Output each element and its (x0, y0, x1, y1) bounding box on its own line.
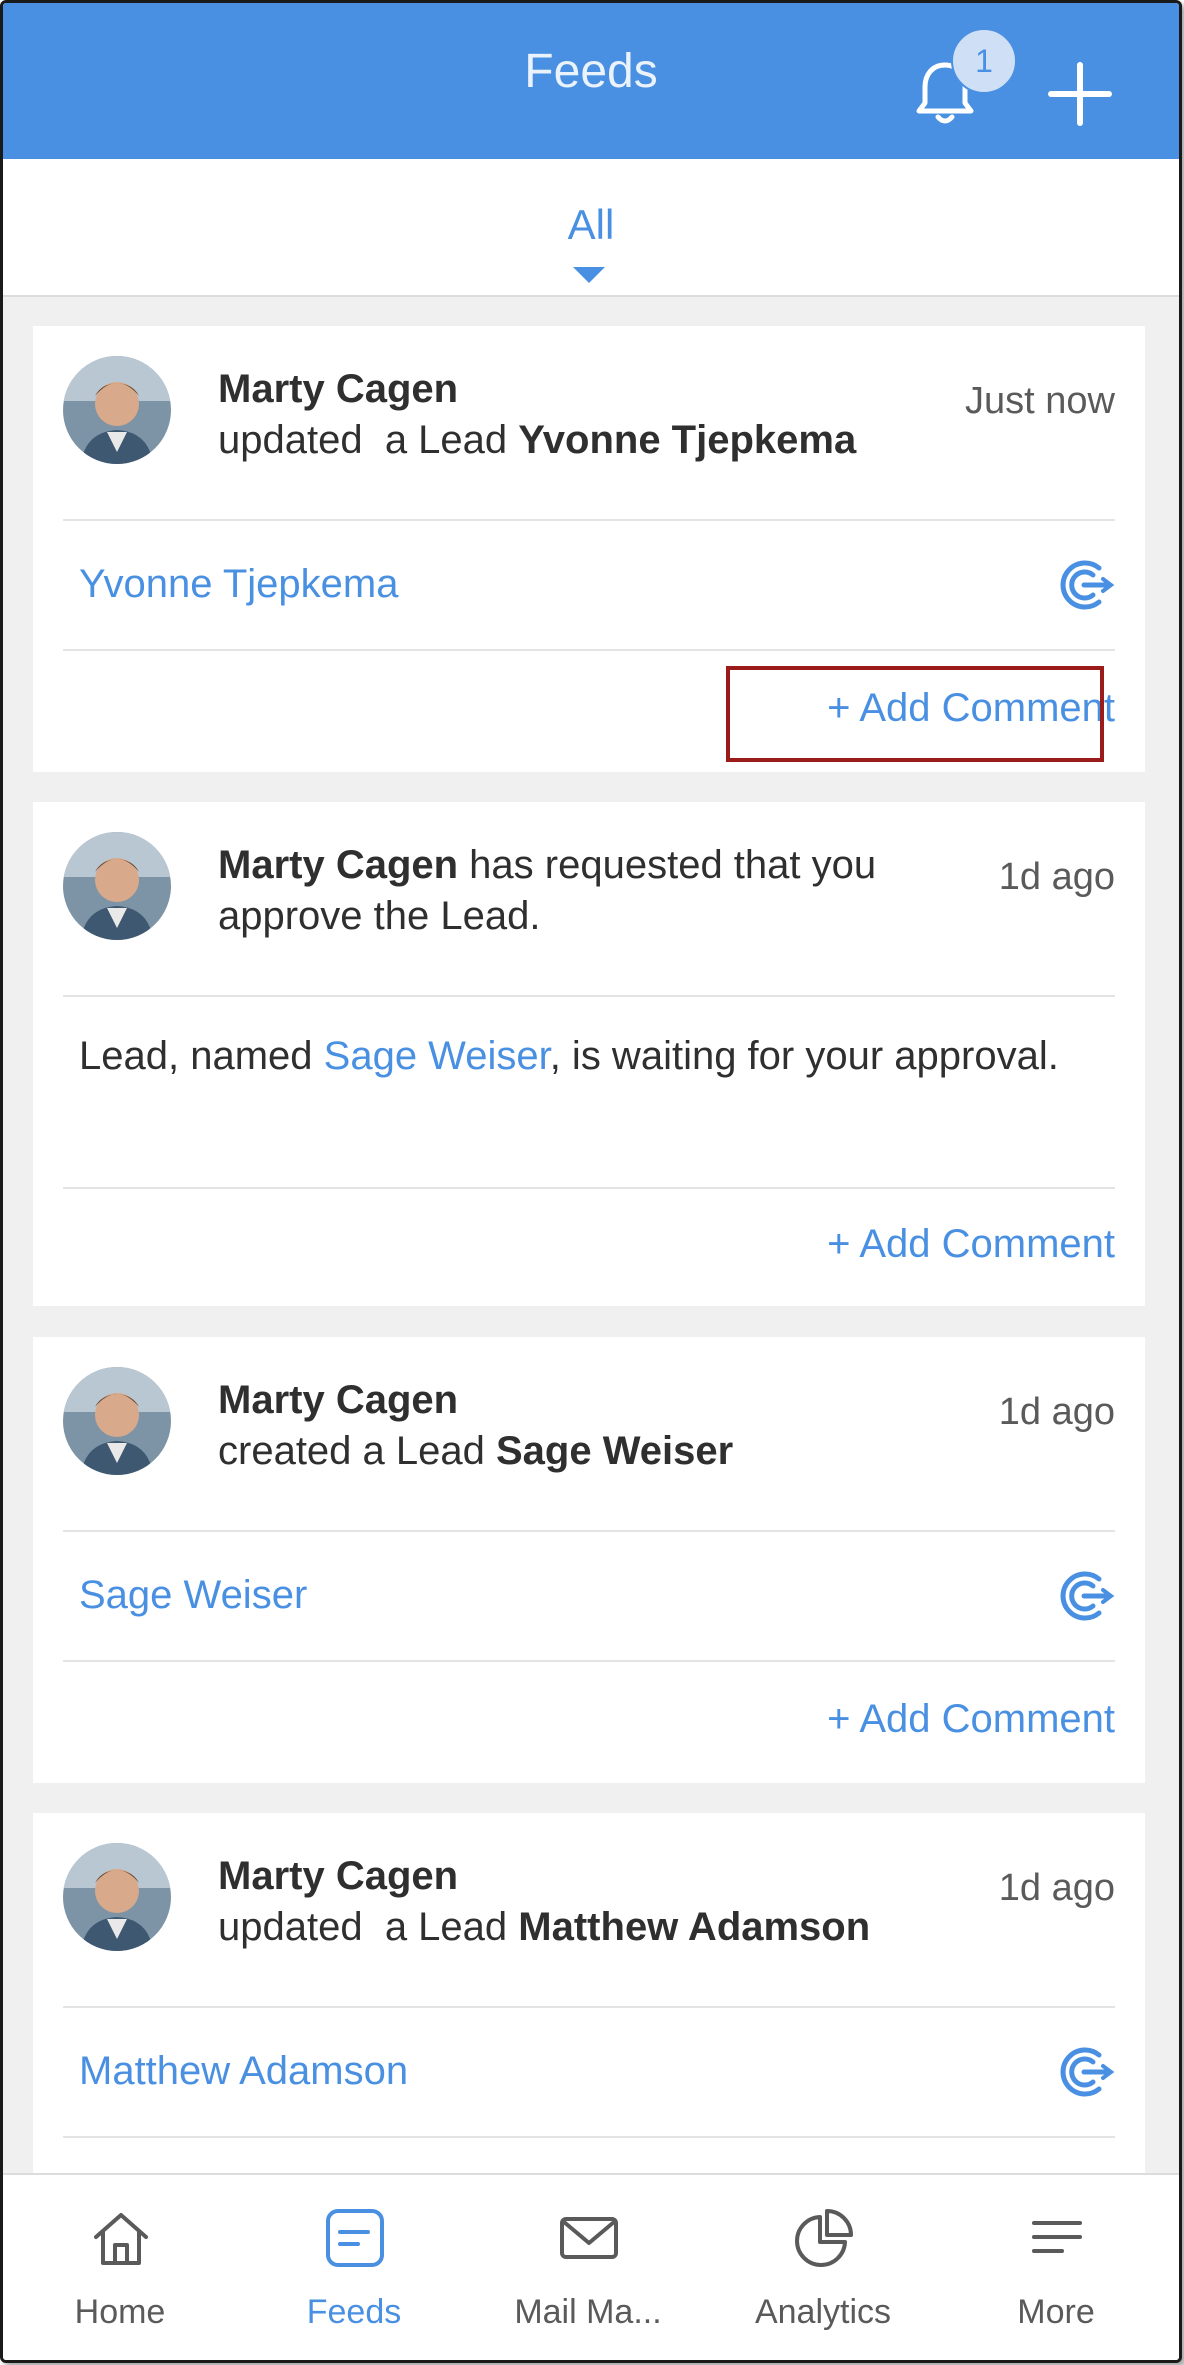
timestamp: 1d ago (998, 1391, 1115, 1433)
callout-highlight-box (726, 666, 1104, 762)
divider (63, 2136, 1115, 2138)
divider (63, 649, 1115, 651)
divider (63, 1530, 1115, 1532)
nav-item-more[interactable]: More (956, 2175, 1156, 2360)
avatar (63, 1843, 171, 1951)
feed-summary: Marty Cagen has requested that you appro… (218, 840, 938, 942)
nav-label: More (1017, 2293, 1095, 2331)
bottom-nav: Home Feeds Mail Ma... Analytics More (3, 2173, 1179, 2360)
lead-link[interactable]: Sage Weiser (324, 1034, 550, 1078)
feeds-icon (326, 2209, 384, 2267)
lead-link[interactable]: Yvonne Tjepkema (79, 562, 398, 607)
feed-card: Marty Cagen updated a Lead Matthew Adams… (33, 1813, 1145, 2213)
actor-name[interactable]: Marty Cagen (218, 1854, 458, 1898)
approval-message: Lead, named Sage Weiser, is waiting for … (79, 1026, 1079, 1086)
nav-item-home[interactable]: Home (20, 2175, 220, 2360)
home-icon (94, 2213, 148, 2265)
feed-card: Marty Cagen created a Lead Sage Weiser 1… (33, 1337, 1145, 1783)
target-name: Sage Weiser (496, 1429, 734, 1473)
feed-summary: Marty Cagen updated a Lead Yvonne Tjepke… (218, 364, 938, 466)
timestamp: 1d ago (998, 856, 1115, 898)
nav-item-mail[interactable]: Mail Ma... (488, 2175, 688, 2360)
nav-label: Mail Ma... (514, 2293, 662, 2331)
divider (63, 519, 1115, 521)
divider (63, 995, 1115, 997)
nav-item-feeds[interactable]: Feeds (254, 2175, 454, 2360)
timestamp: Just now (965, 380, 1115, 422)
tab-all[interactable]: All (3, 201, 1179, 249)
filter-tabbar: All (3, 159, 1179, 297)
feed-card: Marty Cagen has requested that you appro… (33, 802, 1145, 1306)
lead-link[interactable]: Sage Weiser (79, 1573, 307, 1618)
nav-label: Analytics (754, 2293, 892, 2331)
feed-summary: Marty Cagen created a Lead Sage Weiser (218, 1375, 938, 1477)
avatar (63, 832, 171, 940)
feed-summary: Marty Cagen updated a Lead Matthew Adams… (218, 1851, 938, 1953)
nav-item-analytics[interactable]: Analytics (723, 2175, 923, 2360)
divider (63, 2006, 1115, 2008)
divider (63, 1660, 1115, 1662)
tab-active-indicator (573, 267, 605, 283)
action-text: created a Lead (218, 1429, 485, 1473)
app-frame: Feeds 1 All Marty Cagen updated a Lead Y… (0, 0, 1182, 2363)
actor-name[interactable]: Marty Cagen (218, 367, 458, 411)
actor-name[interactable]: Marty Cagen (218, 1378, 458, 1422)
avatar (63, 356, 171, 464)
divider (63, 1187, 1115, 1189)
lead-target-icon[interactable] (1053, 2041, 1115, 2103)
add-comment-button[interactable]: + Add Comment (827, 1697, 1115, 1742)
menu-icon (1032, 2221, 1082, 2253)
timestamp: 1d ago (998, 1867, 1115, 1909)
avatar (63, 1367, 171, 1475)
actor-name[interactable]: Marty Cagen (218, 843, 458, 887)
action-text: updated a Lead (218, 1905, 508, 1949)
mail-icon (560, 2217, 618, 2259)
target-name: Yvonne Tjepkema (518, 418, 857, 462)
approval-text-suffix: , is waiting for your approval. (549, 1034, 1059, 1078)
add-comment-button[interactable]: + Add Comment (827, 1222, 1115, 1267)
notification-badge: 1 (951, 28, 1017, 94)
pie-chart-icon (795, 2209, 853, 2267)
approval-text-prefix: Lead, named (79, 1034, 324, 1078)
header-bar: Feeds 1 (3, 3, 1179, 159)
add-icon[interactable] (1045, 59, 1115, 129)
target-name: Matthew Adamson (518, 1905, 871, 1949)
nav-label: Feeds (306, 2293, 402, 2331)
lead-link[interactable]: Matthew Adamson (79, 2049, 408, 2094)
lead-target-icon[interactable] (1053, 554, 1115, 616)
action-text: updated a Lead (218, 418, 508, 462)
lead-target-icon[interactable] (1053, 1565, 1115, 1627)
nav-label: Home (74, 2293, 166, 2331)
